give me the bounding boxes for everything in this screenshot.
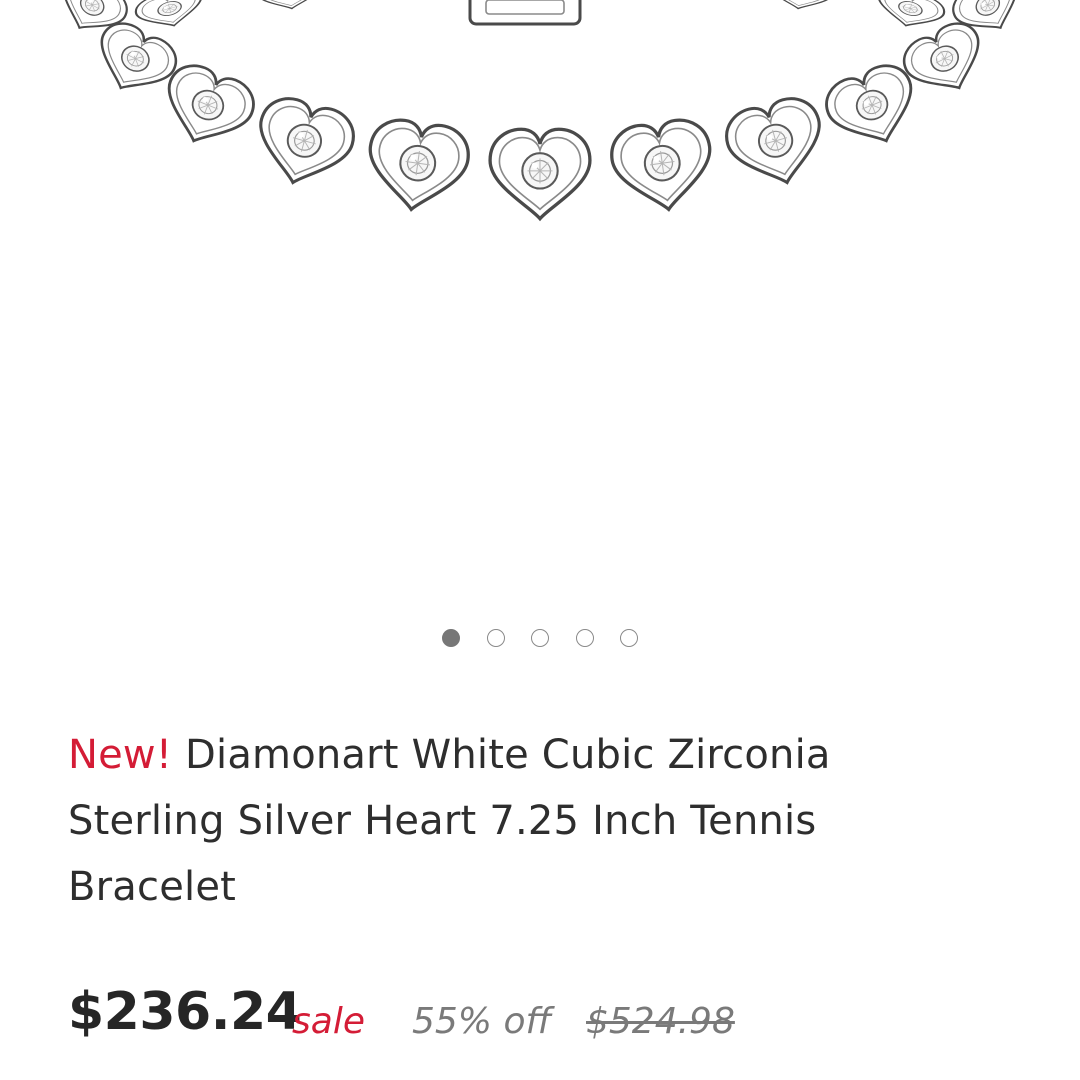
- bracelet-back-link: [766, 0, 834, 14]
- product-image-gallery[interactable]: [0, 0, 1080, 600]
- bracelet-heart-link: [360, 114, 474, 218]
- original-price: $524.98: [586, 1001, 735, 1042]
- bracelet-heart-link: [718, 90, 835, 197]
- bracelet-heart-link: [606, 114, 720, 218]
- bracelet-back-link: [872, 0, 948, 36]
- carousel-dot[interactable]: [486, 629, 505, 647]
- product-title: New! Diamonart White Cubic Zirconia Ster…: [68, 722, 968, 920]
- carousel-dot[interactable]: [620, 629, 638, 647]
- discount-percent: 55% off: [412, 1001, 552, 1042]
- sale-label: sale: [292, 1001, 365, 1042]
- bracelet-heart-link: [245, 90, 362, 197]
- bracelet-back-link: [256, 0, 324, 14]
- sale-price: $236.24: [68, 982, 302, 1042]
- carousel-dot[interactable]: [575, 629, 594, 647]
- bracelet-clasp: [468, 0, 582, 26]
- product-name: Diamonart White Cubic Zirconia Sterling …: [68, 732, 831, 910]
- bracelet-heart-link: [488, 127, 592, 221]
- new-badge: New!: [68, 732, 173, 778]
- bracelet-product-image[interactable]: [0, 0, 1080, 600]
- carousel-dot[interactable]: [442, 629, 460, 647]
- carousel-dot[interactable]: [531, 629, 549, 647]
- image-carousel-dots: [0, 629, 1080, 651]
- bracelet-back-link: [132, 0, 208, 36]
- price-row: $236.24 sale 55% off $524.98: [68, 982, 1068, 1052]
